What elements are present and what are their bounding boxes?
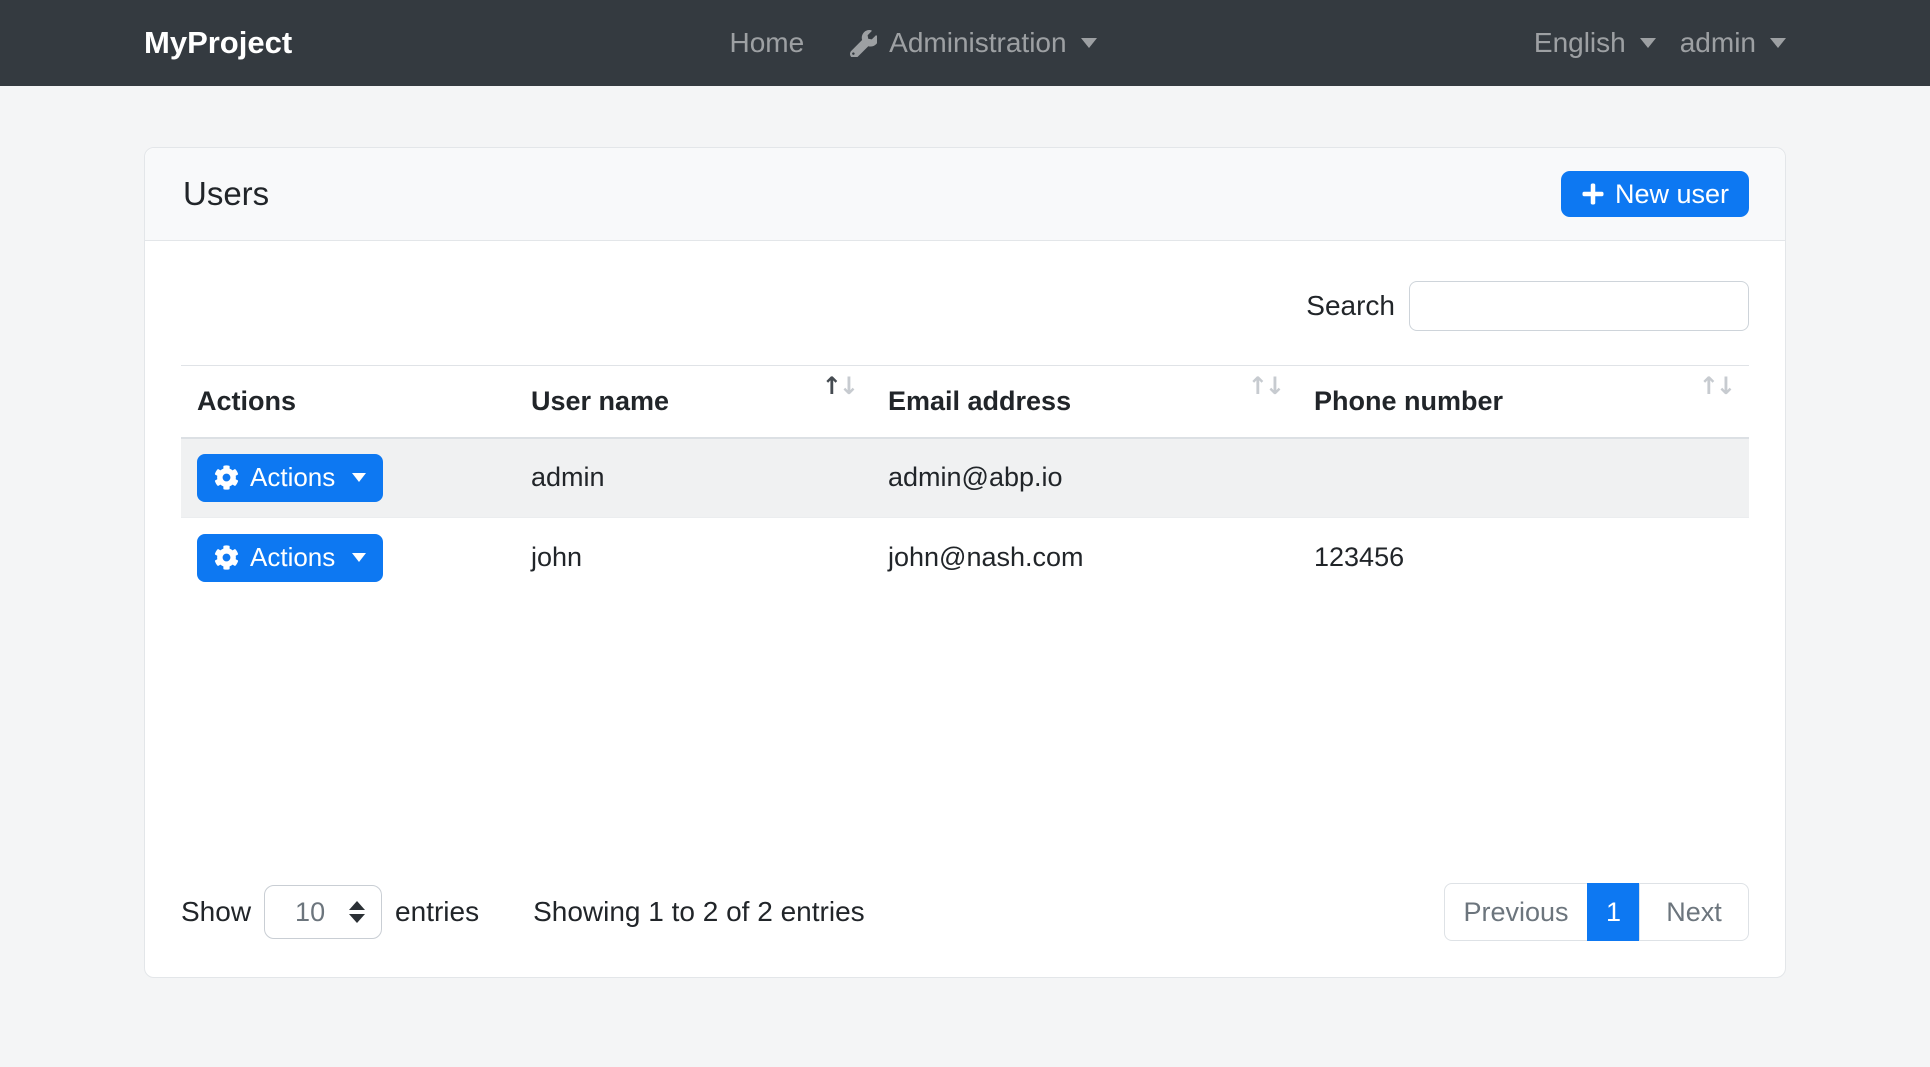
sort-icons: ↑↓ (1248, 372, 1282, 400)
cell-phone: 123456 (1298, 518, 1749, 598)
users-table: Actions User name ↑↓ Email address ↑↓ Ph… (181, 365, 1749, 598)
sort-icons: ↑↓ (1699, 372, 1733, 400)
chevron-down-icon (352, 553, 366, 562)
row-actions-button[interactable]: Actions (197, 454, 383, 502)
pagination-previous[interactable]: Previous (1444, 883, 1588, 941)
row-actions-label: Actions (250, 462, 335, 493)
users-card: Users New user Search Actions (144, 147, 1786, 978)
navbar-container: MyProject Home Administration English ad… (144, 25, 1786, 61)
language-label: English (1534, 27, 1626, 59)
sort-desc-icon: ↓ (1265, 372, 1282, 400)
column-header-phone[interactable]: Phone number ↑↓ (1298, 366, 1749, 438)
pagination: Previous 1 Next (1444, 883, 1749, 941)
nav-administration-label: Administration (889, 27, 1066, 59)
nav-home-label: Home (729, 27, 804, 59)
table-footer: Show 10 entries Showing 1 to 2 of 2 entr… (181, 883, 1749, 941)
nav-administration[interactable]: Administration (850, 27, 1096, 59)
page-size-group: Show 10 entries (181, 885, 479, 939)
select-arrows-icon (349, 901, 365, 923)
wrench-icon (850, 30, 877, 57)
chevron-down-icon (1640, 38, 1656, 48)
row-actions-label: Actions (250, 542, 335, 573)
user-dropdown[interactable]: admin (1680, 27, 1786, 59)
column-header-user-name[interactable]: User name ↑↓ (515, 366, 872, 438)
page-size-select[interactable]: 10 (264, 885, 382, 939)
arrow-up-icon (349, 901, 365, 910)
column-label: Actions (197, 386, 296, 416)
entries-label: entries (395, 896, 479, 928)
user-label: admin (1680, 27, 1756, 59)
table-header-row: Actions User name ↑↓ Email address ↑↓ Ph… (181, 366, 1749, 438)
cell-actions: Actions (181, 518, 515, 598)
cell-email: john@nash.com (872, 518, 1298, 598)
language-dropdown[interactable]: English (1534, 27, 1656, 59)
table-row: Actions john john@nash.com 123456 (181, 518, 1749, 598)
table-info: Showing 1 to 2 of 2 entries (533, 896, 865, 928)
page-title: Users (183, 175, 269, 213)
cell-user-name: john (515, 518, 872, 598)
card-body: Search Actions User name ↑↓ (145, 241, 1785, 977)
search-input[interactable] (1409, 281, 1749, 331)
chevron-down-icon (1081, 38, 1097, 48)
main-menu: Home Administration (292, 27, 1534, 59)
nav-home[interactable]: Home (729, 27, 804, 59)
card-header: Users New user (145, 148, 1785, 241)
table-row: Actions admin admin@abp.io (181, 438, 1749, 518)
show-label: Show (181, 896, 251, 928)
new-user-button[interactable]: New user (1561, 171, 1749, 217)
column-label: Phone number (1314, 386, 1503, 416)
sort-desc-icon: ↓ (839, 372, 856, 400)
search-row: Search (181, 281, 1749, 331)
brand-logo[interactable]: MyProject (144, 25, 292, 61)
cell-phone (1298, 438, 1749, 518)
cell-user-name: admin (515, 438, 872, 518)
sort-asc-icon: ↑ (1248, 372, 1265, 400)
page-size-value: 10 (295, 897, 325, 928)
sort-desc-icon: ↓ (1716, 372, 1733, 400)
search-label: Search (1306, 290, 1395, 322)
sort-icons: ↑↓ (822, 372, 856, 400)
chevron-down-icon (1770, 38, 1786, 48)
column-header-actions: Actions (181, 366, 515, 438)
sort-asc-icon: ↑ (1699, 372, 1716, 400)
cell-email: admin@abp.io (872, 438, 1298, 518)
cell-actions: Actions (181, 438, 515, 518)
gear-icon (214, 465, 239, 490)
column-label: User name (531, 386, 669, 416)
gear-icon (214, 545, 239, 570)
arrow-down-icon (349, 914, 365, 923)
new-user-button-label: New user (1615, 179, 1729, 210)
pagination-page-1[interactable]: 1 (1587, 883, 1640, 941)
chevron-down-icon (352, 473, 366, 482)
sort-asc-icon: ↑ (822, 372, 839, 400)
navbar-right-menu: English admin (1534, 27, 1786, 59)
column-label: Email address (888, 386, 1071, 416)
row-actions-button[interactable]: Actions (197, 534, 383, 582)
pagination-next[interactable]: Next (1639, 883, 1749, 941)
page-content: Users New user Search Actions (0, 147, 1930, 978)
plus-icon (1581, 182, 1605, 206)
column-header-email[interactable]: Email address ↑↓ (872, 366, 1298, 438)
top-navbar: MyProject Home Administration English ad… (0, 0, 1930, 86)
